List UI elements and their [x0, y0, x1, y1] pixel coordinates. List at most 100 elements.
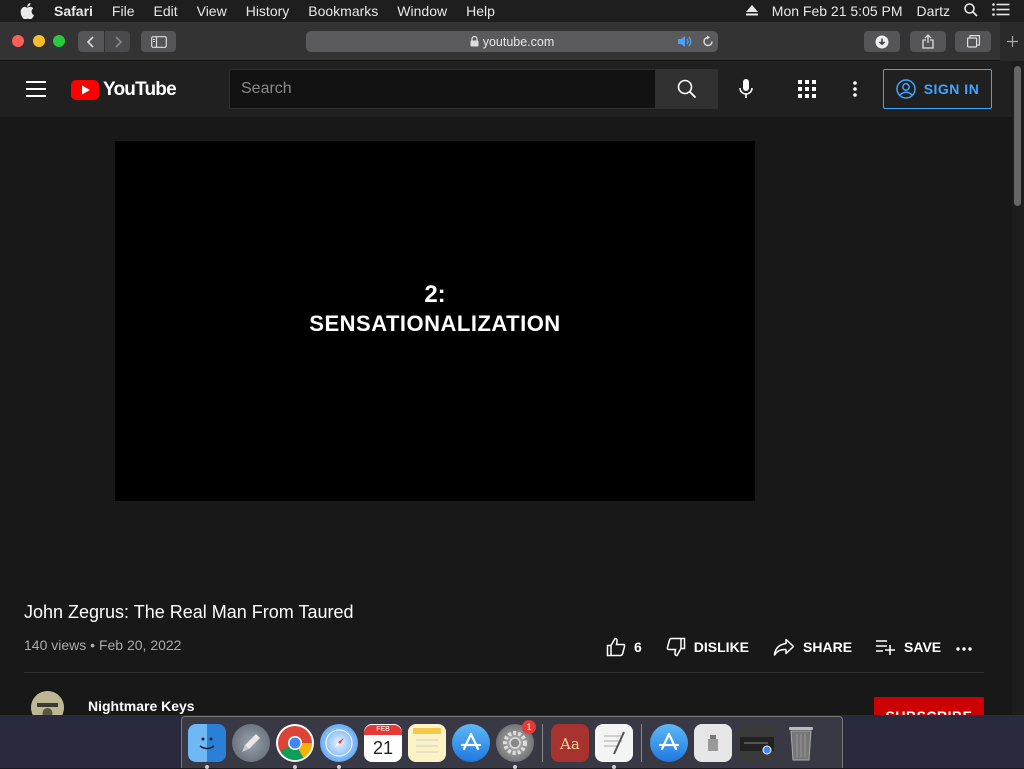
calendar-day: 21	[372, 737, 394, 758]
notification-center-icon[interactable]	[992, 3, 1010, 19]
app-store-icon[interactable]	[452, 723, 490, 762]
chrome-icon[interactable]	[276, 723, 314, 769]
dock-separator-2	[641, 723, 642, 762]
share-arrow-icon	[773, 638, 795, 656]
menu-help[interactable]: Help	[466, 0, 495, 22]
menu-bookmarks[interactable]: Bookmarks	[308, 0, 378, 22]
menu-history[interactable]: History	[246, 0, 290, 22]
svg-text:Aa: Aa	[559, 735, 580, 753]
safari-icon[interactable]	[320, 723, 358, 769]
subscribe-button[interactable]: SUBSCRIBE	[874, 697, 984, 715]
notification-badge: 1	[522, 719, 536, 734]
more-vert-icon	[853, 81, 857, 97]
web-page: YouTube SIGN IN 2: SENSATIONALIZATION	[0, 61, 1012, 715]
channel-name[interactable]: Nightmare Keys	[88, 698, 195, 714]
microphone-icon	[739, 79, 753, 98]
youtube-play-logo-icon	[71, 80, 99, 100]
youtube-logo[interactable]: YouTube	[71, 79, 177, 101]
textedit-icon[interactable]	[595, 723, 633, 769]
lock-icon	[470, 36, 479, 47]
new-tab-button[interactable]	[1000, 22, 1024, 61]
share-video-button[interactable]: SHARE	[773, 638, 852, 656]
video-player[interactable]: 2: SENSATIONALIZATION	[115, 141, 755, 501]
search-button[interactable]	[655, 69, 718, 109]
divider	[24, 672, 984, 673]
window-close-button[interactable]	[12, 35, 24, 47]
account-circle-icon	[895, 79, 916, 99]
guide-menu-icon[interactable]	[26, 81, 46, 97]
menu-file[interactable]: File	[112, 0, 135, 22]
video-title: John Zegrus: The Real Man From Taured	[24, 602, 354, 622]
sign-in-button[interactable]: SIGN IN	[883, 69, 992, 109]
menubar-user[interactable]: Dartz	[917, 3, 950, 19]
youtube-logo-text: YouTube	[103, 79, 177, 100]
more-actions-button[interactable]	[954, 639, 974, 659]
share-button[interactable]	[910, 31, 946, 52]
youtube-apps-button[interactable]	[792, 73, 822, 105]
finder-icon[interactable]	[188, 723, 226, 769]
like-button[interactable]: 6	[606, 637, 642, 657]
search-icon	[677, 79, 696, 99]
tab-overview-button[interactable]	[955, 31, 991, 52]
video-metadata: 140 views • Feb 20, 2022	[24, 637, 181, 653]
system-preferences-icon[interactable]: 1	[496, 719, 536, 769]
apps-grid-icon	[798, 80, 816, 98]
sidebar-toggle-button[interactable]	[141, 31, 176, 52]
video-actions: 6 DISLIKE SHARE SAVE	[606, 637, 965, 657]
save-button[interactable]: SAVE	[876, 639, 941, 655]
menu-window[interactable]: Window	[397, 0, 447, 22]
back-button[interactable]	[78, 31, 104, 52]
voice-search-button[interactable]	[730, 73, 762, 105]
menubar-datetime[interactable]: Mon Feb 21 5:05 PM	[772, 3, 903, 19]
calendar-month: FEB	[364, 724, 402, 735]
settings-more-button[interactable]	[843, 73, 867, 105]
forward-button[interactable]	[105, 31, 130, 52]
upload-date: Feb 20, 2022	[98, 637, 182, 653]
url-text: youtube.com	[482, 34, 555, 49]
launchpad-icon[interactable]	[232, 723, 270, 762]
apple-menu-icon[interactable]	[20, 3, 38, 19]
thumbs-up-icon	[606, 637, 626, 657]
view-count: 140 views	[24, 637, 87, 653]
page-scrollbar[interactable]	[1012, 61, 1024, 715]
spotlight-search-icon[interactable]	[964, 2, 978, 20]
window-minimize-button[interactable]	[33, 35, 45, 47]
reader-reload-icon[interactable]	[702, 35, 714, 48]
save-label: SAVE	[904, 639, 942, 655]
share-label: SHARE	[803, 639, 853, 655]
search-box[interactable]	[229, 69, 656, 109]
video-frame-number: 2:	[424, 280, 446, 308]
dislike-button[interactable]: DISLIKE	[666, 637, 749, 657]
dictionary-icon[interactable]: Aa	[551, 723, 589, 762]
downloads-button[interactable]	[864, 31, 900, 52]
scrollbar-thumb[interactable]	[1014, 66, 1021, 206]
like-count: 6	[634, 639, 642, 655]
sign-in-label: SIGN IN	[923, 81, 980, 97]
menu-view[interactable]: View	[197, 0, 227, 22]
dock-separator	[542, 723, 543, 762]
more-horiz-icon	[956, 647, 972, 651]
notes-icon[interactable]	[408, 723, 446, 762]
menu-edit[interactable]: Edit	[153, 0, 177, 22]
eject-icon[interactable]	[745, 3, 758, 19]
chrome-window-minimized-icon[interactable]	[738, 723, 776, 762]
address-bar[interactable]: youtube.com	[306, 31, 718, 52]
audio-playing-icon[interactable]	[678, 35, 694, 48]
calendar-icon[interactable]: FEB 21	[364, 723, 402, 762]
thumbs-down-icon	[666, 637, 686, 657]
channel-avatar[interactable]	[31, 691, 64, 715]
trash-icon[interactable]	[782, 724, 820, 762]
app-store-downloads-icon[interactable]	[650, 723, 688, 762]
playlist-add-icon	[876, 640, 896, 655]
document-file-icon[interactable]	[694, 723, 732, 762]
menu-app-name[interactable]: Safari	[54, 0, 93, 22]
dislike-label: DISLIKE	[693, 639, 750, 655]
menu-bar: Safari File Edit View History Bookmarks …	[0, 0, 1024, 22]
youtube-header: YouTube SIGN IN	[0, 61, 1012, 117]
search-input[interactable]	[230, 70, 655, 108]
meta-separator: •	[90, 637, 96, 653]
browser-toolbar: youtube.com	[0, 22, 1024, 61]
dock: FEB 21 1 Aa	[181, 716, 843, 769]
video-frame-title: SENSATIONALIZATION	[309, 310, 561, 336]
window-zoom-button[interactable]	[53, 35, 65, 47]
